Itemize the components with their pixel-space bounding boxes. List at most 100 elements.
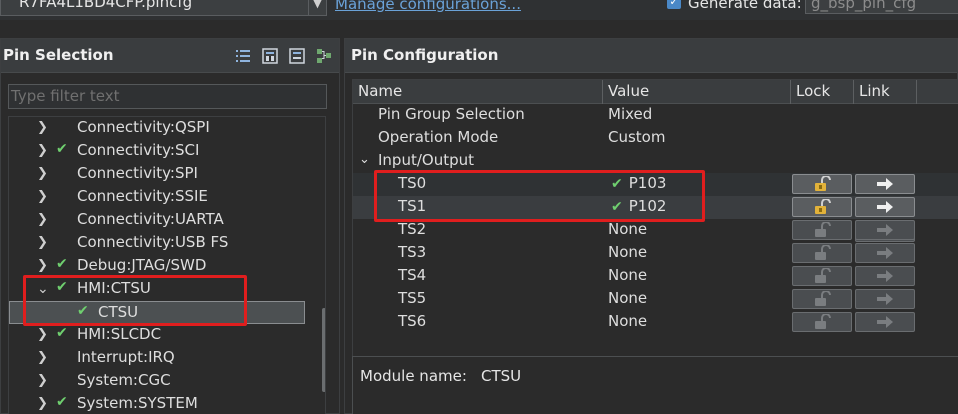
tree-item-system-system[interactable]: ❯ ✔ System:SYSTEM: [9, 393, 309, 414]
pin-selection-header: Pin Selection: [1, 39, 339, 73]
row-value[interactable]: ✔ P102: [611, 197, 666, 215]
expand-all-icon[interactable]: [261, 47, 279, 65]
tree-item-connectivity-uarta[interactable]: ❯ Connectivity:UARTA: [9, 209, 309, 232]
configuration-select[interactable]: R7FA4L1BD4CFP.pincfg ▼: [0, 0, 327, 16]
table-row[interactable]: TS1 ✔ P102: [353, 196, 958, 219]
table-row[interactable]: TS2 None: [353, 219, 958, 242]
check-icon: ✔: [56, 394, 68, 410]
module-info-box: Module name: CTSU: [352, 356, 958, 414]
link-button[interactable]: [855, 243, 915, 263]
chevron-right-icon[interactable]: ❯: [37, 212, 49, 228]
lock-button[interactable]: [792, 197, 852, 217]
chevron-right-icon[interactable]: ❯: [37, 258, 49, 274]
row-value[interactable]: None: [608, 220, 647, 238]
pin-selection-panel: Pin Selection Type filter text ❯ Connect…: [0, 38, 340, 414]
link-button[interactable]: [855, 289, 915, 309]
lock-button[interactable]: [792, 289, 852, 309]
tree-scrollbar[interactable]: [322, 308, 325, 392]
check-icon: ✔: [56, 256, 68, 272]
lock-button[interactable]: [792, 174, 852, 194]
chevron-right-icon[interactable]: ❯: [37, 120, 49, 136]
pin-selection-tree: ❯ Connectivity:QSPI ❯ ✔ Connectivity:SCI…: [8, 116, 326, 414]
table-row[interactable]: TS6 None: [353, 311, 958, 334]
chevron-down-icon[interactable]: ⌄: [359, 152, 370, 167]
tree-item-connectivity-spi[interactable]: ❯ Connectivity:SPI: [9, 163, 309, 186]
row-value[interactable]: None: [608, 312, 647, 330]
tree-item-system-cgc[interactable]: ❯ System:CGC: [9, 370, 309, 393]
table-row-group[interactable]: ⌄ Input/Output: [353, 150, 958, 242]
link-button[interactable]: [855, 174, 915, 194]
tree-item-label: HMI:SLCDC: [77, 325, 162, 343]
tree-item-connectivity-qspi[interactable]: ❯ Connectivity:QSPI: [9, 117, 309, 140]
row-name: TS0: [398, 174, 427, 192]
check-icon: ✔: [77, 303, 89, 319]
tree-item-connectivity-sci[interactable]: ❯ ✔ Connectivity:SCI: [9, 140, 309, 163]
chevron-right-icon[interactable]: ❯: [37, 235, 49, 251]
lock-button[interactable]: [792, 220, 852, 240]
chevron-right-icon[interactable]: ❯: [37, 350, 49, 366]
tree-item-hmi-slcdc[interactable]: ❯ ✔ HMI:SLCDC: [9, 324, 309, 347]
row-name: TS1: [398, 197, 427, 215]
row-name: Pin Group Selection: [378, 105, 525, 123]
column-header-name[interactable]: Name: [353, 80, 603, 104]
column-header-link[interactable]: Link: [854, 80, 917, 104]
table-row[interactable]: TS4 None: [353, 265, 958, 288]
pin-configuration-header: Pin Configuration: [345, 39, 957, 73]
chevron-right-icon[interactable]: ❯: [37, 396, 49, 412]
chevron-down-icon[interactable]: ⌄: [37, 281, 49, 297]
collapse-all-icon[interactable]: [288, 47, 306, 65]
pin-selection-toolbar: [234, 47, 333, 65]
tree-item-interrupt-irq[interactable]: ❯ Interrupt:IRQ: [9, 347, 309, 370]
row-value[interactable]: ✔ P103: [611, 174, 666, 192]
tree-item-ctsu[interactable]: ✔ CTSU: [9, 301, 305, 324]
column-header-value[interactable]: Value: [603, 80, 791, 104]
link-button[interactable]: [855, 220, 915, 240]
lock-button[interactable]: [792, 266, 852, 286]
row-value[interactable]: Mixed: [608, 105, 652, 123]
row-value[interactable]: None: [608, 266, 647, 284]
link-button[interactable]: [855, 197, 915, 217]
row-name: TS4: [398, 266, 427, 284]
diagram-icon[interactable]: [315, 47, 333, 65]
chevron-down-icon[interactable]: ▼: [308, 0, 326, 15]
table-row[interactable]: TS0 ✔ P103: [353, 173, 958, 196]
lock-button[interactable]: [792, 243, 852, 263]
tree-item-connectivity-ssie[interactable]: ❯ Connectivity:SSIE: [9, 186, 309, 209]
link-button[interactable]: [855, 312, 915, 332]
tree-item-label: System:CGC: [77, 371, 171, 389]
row-value[interactable]: None: [608, 243, 647, 261]
table-row[interactable]: Pin Group Selection Mixed: [353, 104, 958, 127]
lock-button[interactable]: [792, 312, 852, 332]
row-name: TS2: [398, 220, 427, 238]
link-button[interactable]: [855, 266, 915, 286]
row-value[interactable]: Custom: [608, 128, 665, 146]
list-icon[interactable]: [234, 47, 252, 65]
row-value[interactable]: None: [608, 289, 647, 307]
tree-item-connectivity-usb-fs[interactable]: ❯ Connectivity:USB FS: [9, 232, 309, 255]
chevron-right-icon[interactable]: ❯: [37, 166, 49, 182]
generate-data-input[interactable]: g_bsp_pin_cfg: [805, 0, 958, 14]
configuration-value: R7FA4L1BD4CFP.pincfg: [19, 0, 193, 11]
table-header: Name Value Lock Link: [353, 80, 958, 104]
tree-item-label: Connectivity:UARTA: [77, 210, 224, 228]
manage-configurations-link[interactable]: Manage configurations...: [335, 0, 521, 13]
generate-data-label: Generate data:: [688, 0, 802, 12]
chevron-right-icon[interactable]: ❯: [37, 373, 49, 389]
module-name-label: Module name:: [360, 367, 467, 385]
pin-configuration-title: Pin Configuration: [351, 46, 499, 64]
chevron-right-icon[interactable]: ❯: [37, 189, 49, 205]
row-name: TS6: [398, 312, 427, 330]
check-icon: ✔: [56, 141, 68, 157]
tree-item-label: Connectivity:SCI: [77, 141, 200, 159]
chevron-right-icon[interactable]: ❯: [37, 143, 49, 159]
table-row[interactable]: TS5 None: [353, 288, 958, 311]
tree-item-hmi-ctsu[interactable]: ⌄ ✔ HMI:CTSU: [9, 278, 309, 301]
tree-item-debug-jtag-swd[interactable]: ❯ ✔ Debug:JTAG/SWD: [9, 255, 309, 278]
table-row[interactable]: Operation Mode Custom: [353, 127, 958, 150]
column-header-lock[interactable]: Lock: [791, 80, 854, 104]
tree-item-label: CTSU: [98, 303, 139, 321]
filter-input[interactable]: Type filter text: [8, 84, 327, 109]
table-row[interactable]: TS3 None: [353, 242, 958, 265]
generate-data-checkbox[interactable]: ✓: [667, 0, 681, 9]
chevron-right-icon[interactable]: ❯: [37, 327, 49, 343]
